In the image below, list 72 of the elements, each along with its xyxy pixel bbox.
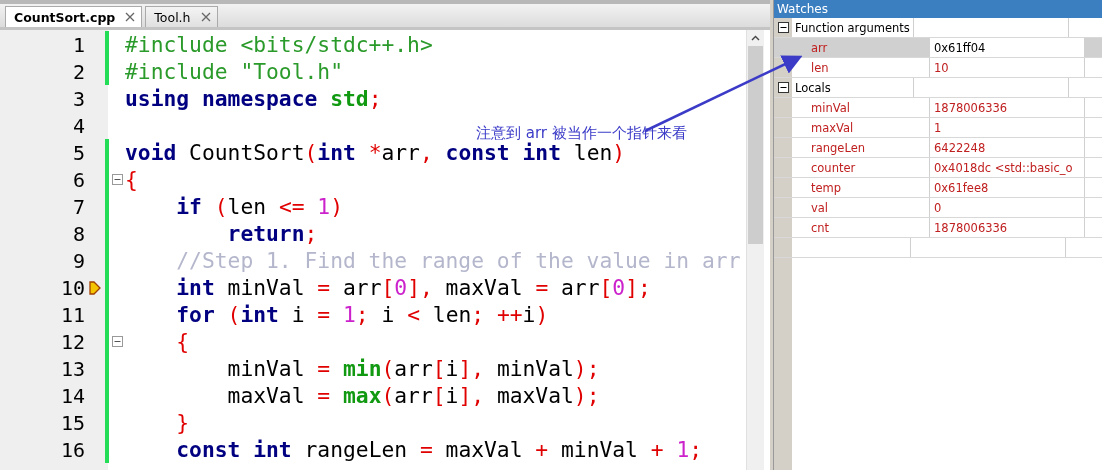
variable-value: 10: [934, 60, 949, 75]
variable-value: 0x61fee8: [934, 180, 989, 195]
variable-name: minVal: [811, 100, 850, 115]
code-line: maxVal = max(arr[i], maxVal);: [226, 382, 600, 409]
code-line: //Step 1. Find the range of the value in arr: [175, 247, 741, 274]
watch-row[interactable]: cnt 1878006336: [774, 218, 1102, 238]
variable-value: 1878006336: [934, 100, 1008, 115]
collapse-icon[interactable]: [777, 22, 789, 33]
variable-value: 1: [934, 120, 942, 135]
variable-value: 0x61ff04: [934, 40, 986, 55]
line-number: 1: [71, 32, 85, 57]
variable-value: 6422248: [934, 140, 986, 155]
code-line: #include <bits/stdc++.h>: [125, 31, 433, 58]
scroll-up-icon[interactable]: [751, 35, 760, 41]
variable-value: 0x4018dc <std::basic_o: [934, 160, 1073, 175]
file-tab[interactable]: CountSort.cpp: [5, 6, 143, 27]
line-number: 5: [71, 140, 85, 165]
scrollbar-thumb[interactable]: [748, 46, 763, 244]
watch-row[interactable]: val 0: [774, 198, 1102, 218]
line-number: 12: [59, 329, 85, 354]
line-number: 11: [59, 302, 85, 327]
watch-row[interactable]: len 10: [774, 58, 1102, 78]
code-line: void CountSort(int *arr, const int len): [125, 139, 626, 166]
variable-name: len: [811, 60, 829, 75]
fold-icon[interactable]: [111, 174, 123, 185]
code-line: using namespace std;: [125, 85, 382, 112]
scrollbar[interactable]: [746, 30, 764, 470]
line-number: 2: [71, 59, 85, 84]
close-icon[interactable]: [125, 12, 136, 22]
fold-icon[interactable]: [111, 336, 123, 347]
code-line: {: [175, 328, 190, 355]
code-line: }: [175, 409, 190, 436]
variable-name: cnt: [811, 220, 830, 235]
watch-row[interactable]: rangeLen 6422248: [774, 138, 1102, 158]
watch-row[interactable]: temp 0x61fee8: [774, 178, 1102, 198]
code-line: return;: [226, 220, 318, 247]
line-number: 10: [59, 275, 85, 300]
variable-name: rangeLen: [811, 140, 865, 155]
line-number: 13: [59, 356, 85, 381]
line-number: 14: [59, 383, 85, 408]
collapse-icon[interactable]: [777, 82, 789, 93]
variable-value: 1878006336: [934, 220, 1008, 235]
file-tab[interactable]: Tool.h: [145, 6, 218, 27]
variable-name: val: [811, 200, 829, 215]
watch-row[interactable]: arr 0x61ff04: [774, 38, 1102, 58]
close-icon[interactable]: [200, 12, 211, 22]
watch-row[interactable]: maxVal 1: [774, 118, 1102, 138]
line-number: 7: [71, 194, 85, 219]
variable-name: temp: [811, 180, 842, 195]
line-number: 8: [71, 221, 85, 246]
line-number: 3: [71, 86, 85, 111]
line-number: 6: [71, 167, 85, 192]
group-label[interactable]: Locals: [792, 78, 914, 97]
variable-name: maxVal: [811, 120, 854, 135]
panel-title: Watches: [774, 0, 1102, 18]
line-number: 16: [59, 437, 85, 462]
code-line: if (len <= 1): [175, 193, 343, 220]
code-line: for (int i = 1; i < len; ++i): [175, 301, 549, 328]
line-number: 15: [59, 410, 85, 435]
line-number: 9: [71, 248, 85, 273]
code-line: {: [125, 166, 138, 193]
line-number: 4: [71, 113, 85, 138]
variable-value: 0: [934, 200, 942, 215]
watch-row[interactable]: counter 0x4018dc <std::basic_o: [774, 158, 1102, 178]
variable-name: counter: [811, 160, 856, 175]
group-label[interactable]: Function arguments: [792, 18, 914, 37]
variable-name: arr: [811, 40, 828, 55]
watch-row[interactable]: minVal 1878006336: [774, 98, 1102, 118]
code-line: const int rangeLen = maxVal + minVal + 1;: [175, 436, 703, 463]
code-line: minVal = min(arr[i], minVal);: [226, 355, 600, 382]
code-line: #include "Tool.h": [125, 58, 343, 85]
code-line: int minVal = arr[0], maxVal = arr[0];: [175, 274, 651, 301]
